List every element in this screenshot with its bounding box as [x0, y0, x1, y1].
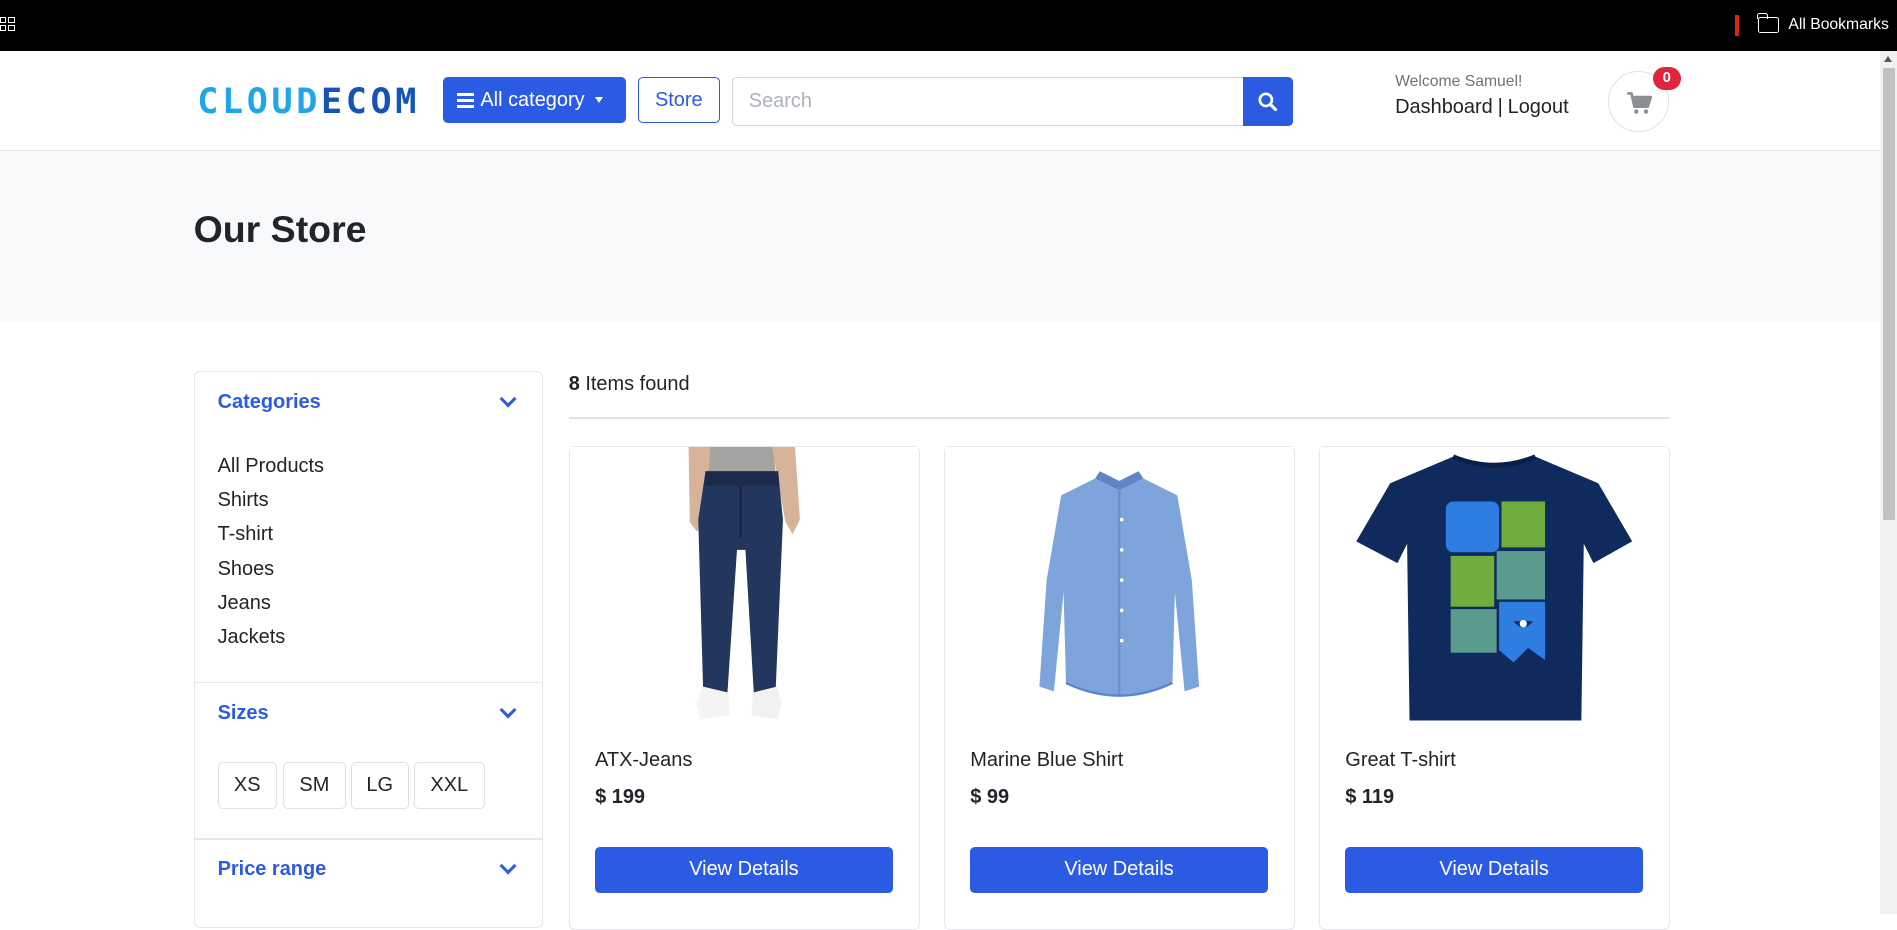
size-xs-button[interactable]: XS: [217, 762, 277, 810]
store-button[interactable]: Store: [637, 77, 720, 124]
page-hero: Our Store: [0, 151, 1881, 322]
product-price: $ 199: [595, 786, 646, 809]
welcome-text: Welcome Samuel!: [1395, 72, 1523, 90]
bookmark-separator: [1735, 14, 1739, 37]
logo-part-cloud: CLOUD: [197, 81, 321, 123]
category-item[interactable]: Shirts: [218, 488, 324, 522]
filter-sidebar: Categories All Products Shirts T-shirt S…: [193, 371, 544, 929]
product-price: $ 99: [970, 786, 1010, 809]
view-details-button[interactable]: View Details: [595, 846, 893, 893]
search-icon: [1258, 92, 1278, 112]
chevron-down-icon[interactable]: [499, 857, 517, 875]
view-details-button[interactable]: View Details: [1345, 846, 1643, 893]
product-card: Great T-shirt $ 119 View Details: [1318, 446, 1670, 930]
account-links: Dashboard | Logout: [1395, 96, 1569, 119]
dashboard-link[interactable]: Dashboard: [1395, 96, 1493, 119]
logo-part-ecom: ECOM: [320, 81, 420, 123]
product-name[interactable]: Great T-shirt: [1345, 749, 1456, 772]
category-item[interactable]: T-shirt: [218, 522, 324, 556]
cloudecom-logo[interactable]: CLOUDECOM: [197, 81, 420, 122]
sizes-toggle[interactable]: Sizes: [218, 702, 269, 725]
bookmarks-bar: All Bookmarks: [0, 0, 1897, 51]
items-found-label: Items found: [585, 372, 690, 395]
price-range-toggle[interactable]: Price range: [218, 858, 327, 881]
menu-bars-icon: [457, 93, 475, 108]
items-found-text: 8 Items found: [569, 373, 690, 396]
search-input[interactable]: [732, 77, 1244, 126]
folder-icon: [1757, 13, 1779, 33]
product-name[interactable]: ATX-Jeans: [595, 749, 692, 772]
category-item[interactable]: All Products: [218, 454, 324, 488]
product-name[interactable]: Marine Blue Shirt: [970, 749, 1123, 772]
category-item[interactable]: Jackets: [218, 625, 324, 659]
size-xxl-button[interactable]: XXL: [413, 762, 485, 810]
sidebar-divider: [194, 682, 542, 684]
chevron-down-icon[interactable]: [499, 701, 517, 719]
sidebar-divider: [194, 838, 542, 840]
apps-grid-icon[interactable]: [0, 16, 16, 33]
shirt-image[interactable]: [944, 447, 1294, 726]
category-item[interactable]: Shoes: [218, 557, 324, 591]
caret-down-icon: [595, 97, 604, 104]
jeans-image[interactable]: [569, 447, 919, 726]
results-divider: [568, 417, 1669, 419]
link-separator: |: [1497, 95, 1503, 118]
search-button[interactable]: [1242, 77, 1294, 126]
categories-toggle[interactable]: Categories: [218, 391, 321, 414]
all-category-button[interactable]: All category: [442, 77, 626, 124]
cart-count-badge: 0: [1652, 66, 1681, 90]
category-item[interactable]: Jeans: [218, 591, 324, 625]
page-title: Our Store: [193, 208, 367, 251]
scrollbar-thumb[interactable]: [1882, 67, 1895, 521]
size-lg-button[interactable]: LG: [350, 762, 409, 810]
scroll-up-arrow-icon[interactable]: [1883, 55, 1892, 62]
product-price: $ 119: [1345, 786, 1395, 809]
logout-link[interactable]: Logout: [1508, 96, 1569, 119]
all-category-label: All category: [480, 88, 585, 111]
chevron-down-icon[interactable]: [499, 390, 517, 408]
cart-icon: [1627, 91, 1653, 114]
product-card: ATX-Jeans $ 199 View Details: [568, 446, 920, 930]
all-bookmarks-link[interactable]: All Bookmarks: [1788, 16, 1888, 34]
view-details-button[interactable]: View Details: [970, 846, 1268, 893]
tshirt-image[interactable]: [1319, 447, 1669, 726]
category-list: All Products Shirts T-shirt Shoes Jeans …: [218, 454, 324, 660]
items-count: 8: [568, 372, 580, 395]
size-sm-button[interactable]: SM: [282, 762, 346, 810]
site-header: CLOUDECOM All category Store Welcome Sam…: [0, 50, 1881, 152]
product-card: Marine Blue Shirt $ 99 View Details: [943, 446, 1295, 930]
